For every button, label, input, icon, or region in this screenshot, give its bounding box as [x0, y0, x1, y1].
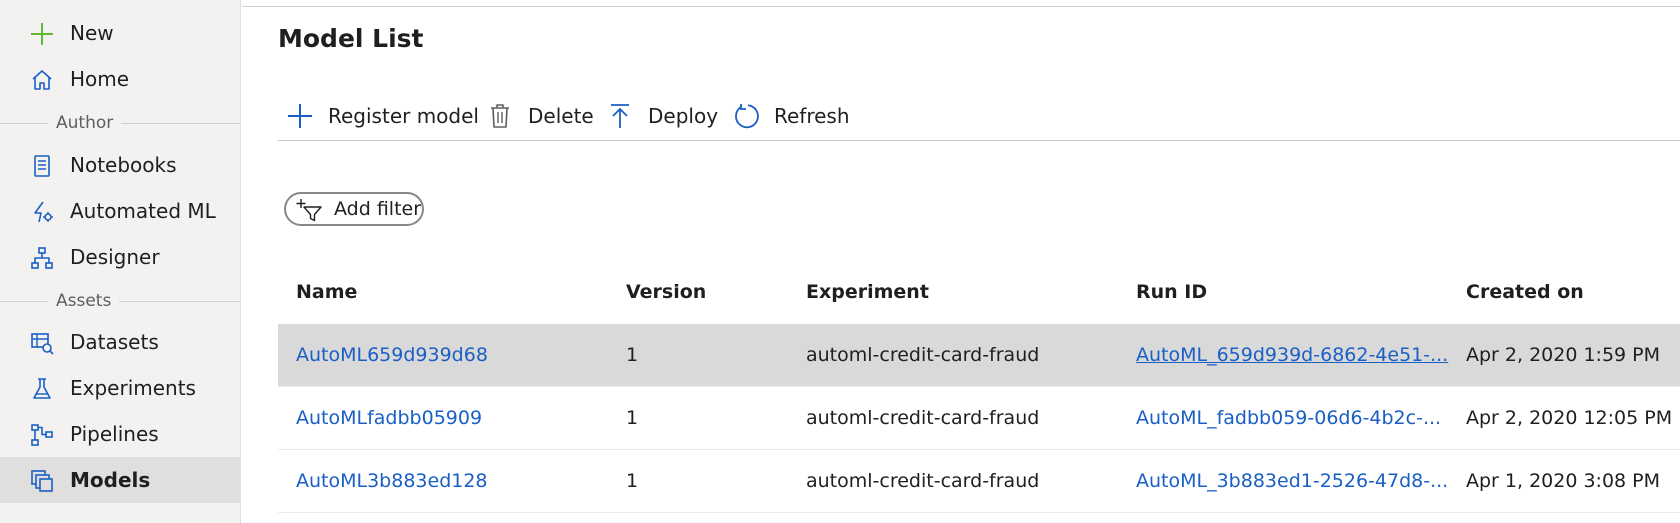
trash-icon: [486, 102, 514, 130]
pipeline-icon: [29, 422, 55, 448]
experiment-cell: automl-credit-card-fraud: [806, 470, 1040, 492]
section-header-assets: Assets: [0, 291, 240, 311]
delete-label: Delete: [528, 104, 594, 128]
sidebar-item-label: Designer: [70, 245, 160, 269]
model-name-link[interactable]: AutoML659d939d68: [296, 324, 488, 386]
model-name-link[interactable]: AutoMLfadbb05909: [296, 387, 482, 449]
models-icon: [29, 468, 55, 494]
sidebar-item-label: Experiments: [70, 376, 196, 400]
sidebar-item-experiments[interactable]: Experiments: [0, 365, 240, 411]
run-id-link[interactable]: AutoML_3b883ed1-2526-47d8-...: [1136, 450, 1448, 512]
page-title: Model List: [278, 24, 424, 53]
register-model-button[interactable]: Register model: [286, 92, 479, 140]
add-filter-button[interactable]: Add filter: [284, 192, 424, 226]
deploy-button[interactable]: Deploy: [606, 92, 718, 140]
command-bar: Register model Delete Deploy Refresh: [278, 92, 1680, 141]
sidebar-item-label: Models: [70, 468, 151, 492]
created-on-cell: Apr 2, 2020 1:59 PM: [1466, 344, 1661, 366]
notebook-icon: [29, 153, 55, 179]
sidebar-item-label: Datasets: [70, 330, 159, 354]
home-icon: [29, 67, 55, 93]
automated-ml-icon: [29, 199, 55, 225]
deploy-label: Deploy: [648, 104, 719, 128]
section-label: Author: [48, 113, 122, 133]
left-navigation: New Home Author Notebooks Automated ML D…: [0, 0, 241, 523]
model-name-link[interactable]: AutoML3b883ed128: [296, 450, 488, 512]
sidebar-item-datasets[interactable]: Datasets: [0, 319, 240, 365]
sidebar-item-new[interactable]: New: [0, 10, 240, 56]
flask-icon: [29, 376, 55, 402]
refresh-button[interactable]: Refresh: [732, 92, 850, 140]
sidebar-item-label: New: [70, 21, 114, 45]
deploy-arrow-icon: [606, 102, 634, 130]
experiment-cell: automl-credit-card-fraud: [806, 344, 1040, 366]
designer-icon: [29, 245, 55, 271]
table-row[interactable]: AutoML659d939d68 1 automl-credit-card-fr…: [278, 324, 1680, 387]
sidebar-item-label: Home: [70, 67, 130, 91]
column-header-created-on[interactable]: Created on: [1466, 272, 1584, 312]
sidebar-item-models[interactable]: Models: [0, 457, 240, 503]
version-cell: 1: [626, 344, 639, 366]
column-header-experiment[interactable]: Experiment: [806, 272, 929, 312]
column-header-name[interactable]: Name: [296, 272, 357, 312]
version-cell: 1: [626, 470, 639, 492]
run-id-link[interactable]: AutoML_fadbb059-06d6-4b2c-...: [1136, 387, 1441, 449]
section-header-author: Author: [0, 113, 240, 133]
sidebar-item-label: Notebooks: [70, 153, 177, 177]
section-label: Assets: [48, 291, 120, 311]
dataset-icon: [29, 330, 55, 356]
delete-button[interactable]: Delete: [486, 92, 594, 140]
refresh-label: Refresh: [774, 104, 850, 128]
register-model-label: Register model: [328, 104, 479, 128]
refresh-icon: [732, 102, 760, 130]
sidebar-item-label: Automated ML: [70, 199, 216, 223]
header-divider: [242, 6, 1680, 7]
run-id-link[interactable]: AutoML_659d939d-6862-4e51-...: [1136, 324, 1448, 386]
sidebar-item-automated-ml[interactable]: Automated ML: [0, 188, 240, 234]
table-row[interactable]: AutoML3b883ed128 1 automl-credit-card-fr…: [278, 450, 1680, 513]
sidebar-item-designer[interactable]: Designer: [0, 234, 240, 280]
experiment-cell: automl-credit-card-fraud: [806, 407, 1040, 429]
sidebar-item-home[interactable]: Home: [0, 56, 240, 102]
add-filter-label: Add filter: [334, 198, 422, 220]
column-header-version[interactable]: Version: [626, 272, 706, 312]
table-row[interactable]: AutoMLfadbb05909 1 automl-credit-card-fr…: [278, 387, 1680, 450]
add-filter-icon: [296, 198, 322, 222]
created-on-cell: Apr 1, 2020 3:08 PM: [1466, 470, 1661, 492]
sidebar-item-notebooks[interactable]: Notebooks: [0, 142, 240, 188]
sidebar-item-label: Pipelines: [70, 422, 159, 446]
created-on-cell: Apr 2, 2020 12:05 PM: [1466, 407, 1673, 429]
sidebar-item-pipelines[interactable]: Pipelines: [0, 411, 240, 457]
plus-icon: [286, 102, 314, 130]
plus-icon: [29, 21, 55, 47]
column-header-run-id[interactable]: Run ID: [1136, 272, 1207, 312]
version-cell: 1: [626, 407, 639, 429]
